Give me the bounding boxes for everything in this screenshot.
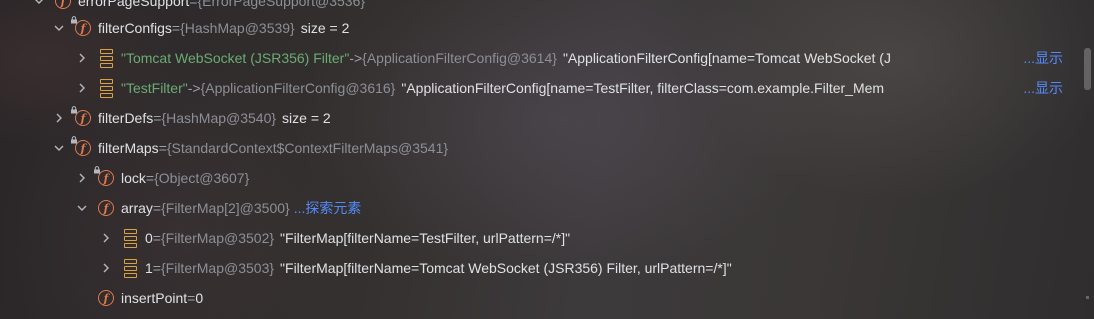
tree-row-filter-defs[interactable]: f filterDefs = {HashMap@3540} size = 2 xyxy=(0,103,1080,133)
assign-operator: = xyxy=(189,0,198,9)
show-more-link[interactable]: ...显示 xyxy=(1023,78,1063,98)
tree-row-filter-maps[interactable]: f filterMaps = {StandardContext$ContextF… xyxy=(0,133,1080,163)
chevron-right-icon[interactable] xyxy=(52,111,66,125)
assign-operator: = xyxy=(153,110,162,126)
locked-field-icon: f xyxy=(71,106,92,127)
value-string: "FilterMap[filterName=Tomcat WebSocket (… xyxy=(280,260,732,276)
chevron-right-icon[interactable] xyxy=(99,261,113,275)
arrow-operator: -> xyxy=(187,80,201,96)
locked-field-icon: f xyxy=(54,0,72,10)
tree-row-filter-configs[interactable]: f filterConfigs = {HashMap@3539} size = … xyxy=(0,13,1080,43)
field-name: filterConfigs xyxy=(98,20,172,36)
chevron-down-icon[interactable] xyxy=(52,141,66,155)
object-reference: {StandardContext$ContextFilterMaps@3541} xyxy=(166,140,449,156)
assign-operator: = xyxy=(152,260,161,276)
locked-field-icon: f xyxy=(71,136,92,157)
tree-row-array-item-1[interactable]: 1 = {FilterMap@3503} "FilterMap[filterNa… xyxy=(0,253,1080,283)
locked-field-icon: f xyxy=(94,166,115,187)
map-entry-icon xyxy=(121,258,139,278)
chevron-right-icon[interactable] xyxy=(75,171,89,185)
tree-row-insert-point[interactable]: f insertPoint = 0 xyxy=(0,283,1080,313)
chevron-right-icon[interactable] xyxy=(75,51,89,65)
field-name: errorPageSupport xyxy=(78,0,190,9)
field-value: 0 xyxy=(195,290,204,306)
map-entry-icon xyxy=(121,228,139,248)
scrollbar-track-marker xyxy=(1086,296,1089,299)
value-string: "FilterMap[filterName=TestFilter, urlPat… xyxy=(280,230,571,246)
value-string: "ApplicationFilterConfig[name=Tomcat Web… xyxy=(562,50,891,66)
field-name: array xyxy=(121,200,153,216)
field-name: insertPoint xyxy=(121,290,188,306)
assign-operator: = xyxy=(187,290,196,306)
assign-operator: = xyxy=(145,170,155,186)
chevron-right-icon[interactable] xyxy=(75,81,89,95)
explore-elements-link[interactable]: ...探索元素 xyxy=(294,198,362,218)
object-reference: {HashMap@3539} xyxy=(180,20,295,36)
map-key: "Tomcat WebSocket (JSR356) Filter" xyxy=(121,50,350,66)
chevron-down-icon[interactable] xyxy=(75,201,89,215)
field-name: filterDefs xyxy=(98,110,154,126)
chevron-down-icon[interactable] xyxy=(52,21,66,35)
tree-row-map-entry-tomcat[interactable]: "Tomcat WebSocket (JSR356) Filter" -> {A… xyxy=(0,43,1080,73)
assign-operator: = xyxy=(152,230,161,246)
tree-row-lock[interactable]: f lock = {Object@3607} xyxy=(0,163,1080,193)
object-reference: {ErrorPageSupport@3536} xyxy=(197,0,366,9)
arrow-operator: -> xyxy=(349,50,363,66)
object-reference: {ApplicationFilterConfig@3614} xyxy=(362,50,557,66)
object-reference: {FilterMap@3503} xyxy=(160,260,275,276)
tree-row-array[interactable]: f array = {FilterMap[2]@3500} ...探索元素 xyxy=(0,193,1080,223)
object-reference: {HashMap@3540} xyxy=(161,110,277,126)
field-name: lock xyxy=(121,170,146,186)
field-name: filterMaps xyxy=(98,140,159,156)
array-index: 1 xyxy=(145,260,153,276)
collection-size: size = 2 xyxy=(282,110,331,126)
field-icon: f xyxy=(97,289,115,307)
map-entry-icon xyxy=(97,48,115,68)
show-more-link[interactable]: ...显示 xyxy=(1023,48,1063,68)
map-key: "TestFilter" xyxy=(121,80,188,96)
object-reference: {FilterMap[2]@3500} xyxy=(161,200,290,216)
array-index: 0 xyxy=(145,230,153,246)
value-string: "ApplicationFilterConfig[name=TestFilter… xyxy=(401,80,885,96)
assign-operator: = xyxy=(152,200,162,216)
chevron-down-icon[interactable] xyxy=(32,0,46,8)
object-reference: {FilterMap@3502} xyxy=(160,230,275,246)
assign-operator: = xyxy=(158,140,167,156)
tree-row-array-item-0[interactable]: 0 = {FilterMap@3502} "FilterMap[filterNa… xyxy=(0,223,1080,253)
tree-row-map-entry-testfilter[interactable]: "TestFilter" -> {ApplicationFilterConfig… xyxy=(0,73,1080,103)
locked-field-icon: f xyxy=(71,16,92,37)
vertical-scrollbar-thumb[interactable] xyxy=(1084,48,1091,90)
map-entry-icon xyxy=(97,78,115,98)
assign-operator: = xyxy=(171,20,181,36)
chevron-right-icon[interactable] xyxy=(99,231,113,245)
debugger-variables-tree: f errorPageSupport = {ErrorPageSupport@3… xyxy=(0,0,1094,319)
object-reference: {Object@3607} xyxy=(154,170,250,186)
object-reference: {ApplicationFilterConfig@3616} xyxy=(200,80,396,96)
field-icon: f xyxy=(97,199,115,217)
collection-size: size = 2 xyxy=(300,20,350,36)
